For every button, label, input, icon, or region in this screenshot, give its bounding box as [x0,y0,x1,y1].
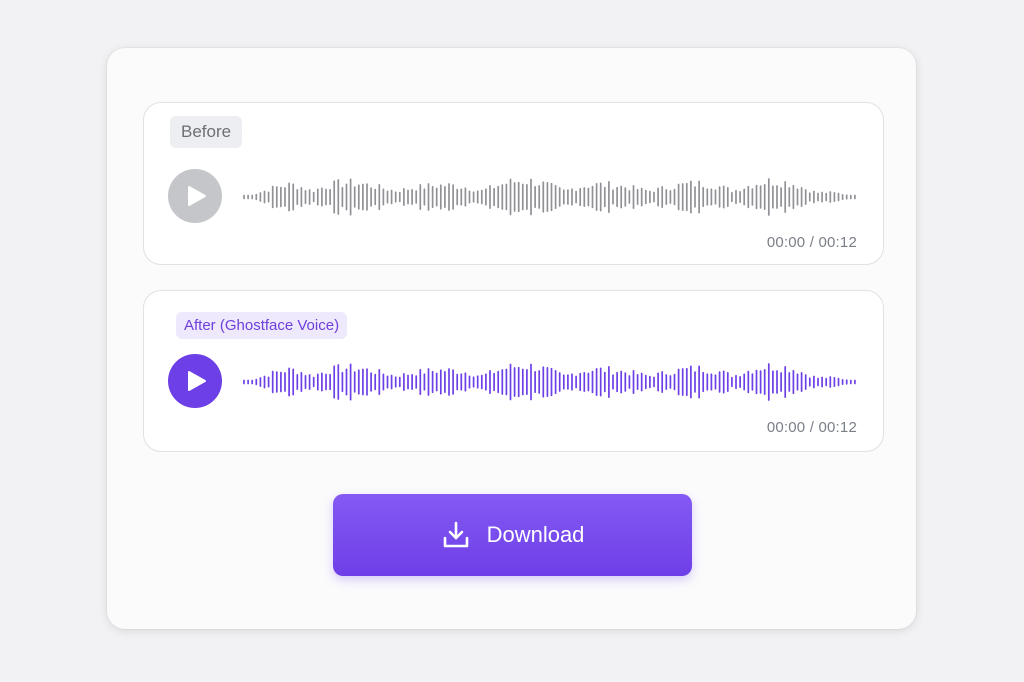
audio-comparison-card: Before 00:00 / 00:12 After (Ghostface Vo… [107,48,916,629]
before-time: 00:00 / 00:12 [766,234,857,251]
before-player: Before 00:00 / 00:12 [143,102,884,265]
play-icon [188,186,206,206]
play-icon [188,371,206,391]
after-waveform[interactable] [243,359,859,405]
before-badge: Before [170,116,243,148]
after-badge: After (Ghostface Voice) [176,312,348,339]
after-player: After (Ghostface Voice) 00:00 / 00:12 [143,290,884,452]
after-play-button[interactable] [168,354,222,408]
download-label: Download [486,522,585,547]
download-icon [441,520,471,550]
after-time: 00:00 / 00:12 [766,419,857,436]
before-waveform[interactable] [243,174,859,220]
download-button[interactable]: Download [333,494,692,576]
before-play-button[interactable] [168,169,222,223]
